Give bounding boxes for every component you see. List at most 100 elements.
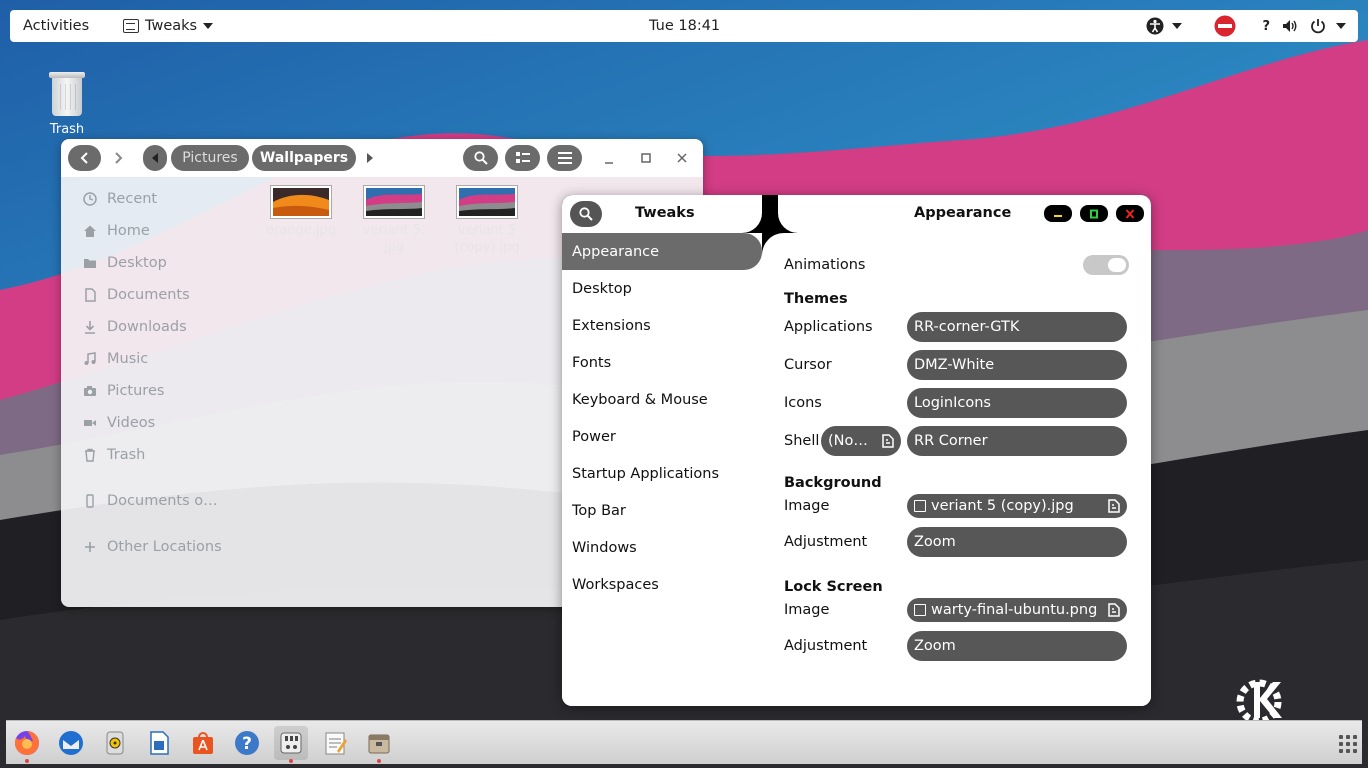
dock-firefox[interactable] [10, 726, 44, 763]
dock-text-editor[interactable] [318, 726, 352, 760]
app-menu-label: Tweaks [145, 18, 198, 34]
search-button[interactable] [570, 201, 602, 227]
tweaks-sidebar: Appearance Desktop Extensions Fonts Keyb… [562, 233, 762, 603]
nav-startup-applications[interactable]: Startup Applications [562, 455, 762, 492]
chevron-right-icon [115, 152, 123, 164]
dock-help[interactable]: ? [230, 726, 264, 760]
image-thumbnail [366, 188, 422, 216]
bg-image-row: Image veriant 5 (copy).jpg [784, 494, 1130, 518]
nav-windows[interactable]: Windows [562, 529, 762, 566]
top-bar: Activities Tweaks Tue 18:41 ? [10, 10, 1358, 42]
cursor-theme-select[interactable]: DMZ-White [907, 350, 1127, 380]
sidebar-item-trash[interactable]: Trash [61, 439, 266, 471]
home-icon [84, 225, 96, 237]
sidebar-item-documents[interactable]: Documents [61, 279, 266, 311]
forward-button[interactable] [113, 151, 123, 169]
path-wallpapers[interactable]: Wallpapers [252, 145, 356, 171]
sidebar-item-label: Desktop [107, 255, 167, 271]
bg-adjustment-row: Adjustment Zoom [784, 527, 1130, 557]
maximize-icon [1090, 209, 1098, 218]
nav-extensions[interactable]: Extensions [562, 307, 762, 344]
lock-image-label: Image [784, 602, 830, 618]
help-icon[interactable]: ? [1262, 19, 1270, 34]
page-title: Appearance [914, 205, 1012, 221]
sidebar-item-pictures[interactable]: Pictures [61, 375, 266, 407]
menu-button[interactable] [547, 145, 582, 171]
file-label: orange.jpg [265, 223, 336, 238]
nav-power[interactable]: Power [562, 418, 762, 455]
shell-theme-select[interactable]: RR Corner [907, 426, 1127, 456]
volume-icon[interactable] [1282, 18, 1298, 34]
activities-button[interactable]: Activities [23, 18, 89, 34]
maximize-button[interactable] [1080, 205, 1108, 222]
bg-adjustment-label: Adjustment [784, 534, 868, 550]
sidebar-item-phone-documents[interactable]: Documents o… [61, 485, 266, 517]
sidebar-item-recent[interactable]: Recent [61, 183, 266, 215]
sidebar-item-other-locations[interactable]: Other Locations [61, 531, 266, 563]
dock-rhythmbox[interactable] [98, 726, 132, 760]
show-applications-icon[interactable] [1339, 735, 1357, 753]
desktop-trash[interactable]: Trash [44, 72, 90, 137]
path-right-button[interactable] [366, 152, 374, 168]
minimize-button[interactable] [1044, 205, 1072, 222]
path-pictures[interactable]: Pictures [171, 145, 249, 171]
search-button[interactable] [463, 145, 498, 171]
close-button[interactable] [676, 151, 688, 169]
nav-workspaces[interactable]: Workspaces [562, 566, 762, 603]
applications-theme-select[interactable]: RR-corner-GTK [907, 312, 1127, 342]
app-menu[interactable]: Tweaks [123, 18, 214, 34]
clock[interactable]: Tue 18:41 [649, 18, 720, 34]
close-button[interactable] [1116, 205, 1144, 222]
minimize-button[interactable] [603, 151, 615, 165]
chevron-down-icon [203, 23, 214, 29]
bg-adjustment-select[interactable]: Zoom [907, 527, 1127, 557]
file-thumbnail-veriant5-copy[interactable] [456, 185, 518, 219]
nav-fonts[interactable]: Fonts [562, 344, 762, 381]
sidebar-item-label: Music [107, 351, 149, 367]
icons-theme-select[interactable]: LoginIcons [907, 388, 1127, 418]
sidebar-item-videos[interactable]: Videos [61, 407, 266, 439]
system-menu-chevron-icon[interactable] [1336, 23, 1346, 29]
nav-keyboard-mouse[interactable]: Keyboard & Mouse [562, 381, 762, 418]
nav-appearance[interactable]: Appearance [562, 233, 762, 270]
nav-top-bar[interactable]: Top Bar [562, 492, 762, 529]
file-thumbnail-orange[interactable] [270, 185, 332, 219]
rhythmbox-icon [106, 731, 124, 755]
sidebar-item-desktop[interactable]: Desktop [61, 247, 266, 279]
accessibility-menu-chevron-icon[interactable] [1172, 23, 1183, 29]
sidebar-item-music[interactable]: Music [61, 343, 266, 375]
svg-text:?: ? [242, 734, 252, 754]
music-icon [84, 352, 96, 365]
dock-writer[interactable] [142, 726, 176, 760]
folder-icon [84, 259, 96, 268]
view-options-button[interactable] [505, 145, 540, 171]
maximize-button[interactable] [640, 151, 652, 169]
lock-image-file-button[interactable]: warty-final-ubuntu.png [907, 598, 1127, 622]
file-label: veriant 5. jpg [362, 223, 426, 255]
accessibility-icon[interactable] [1146, 17, 1164, 35]
dock-tweaks[interactable] [274, 726, 308, 763]
sidebar-item-label: Trash [107, 447, 146, 463]
power-icon[interactable] [1310, 18, 1326, 34]
files-headerbar: Pictures Wallpapers [61, 139, 703, 177]
bg-image-file-button[interactable]: veriant 5 (copy).jpg [907, 494, 1127, 518]
dock-archive-manager[interactable] [362, 726, 396, 763]
back-button[interactable] [68, 145, 101, 171]
document-icon [85, 288, 96, 302]
nav-desktop[interactable]: Desktop [562, 270, 762, 307]
search-icon [473, 151, 488, 165]
tweaks-icon [280, 732, 302, 754]
path-left-button[interactable] [143, 145, 167, 171]
do-not-disturb-icon[interactable] [1214, 15, 1236, 37]
dock-software[interactable] [186, 726, 220, 760]
dock-thunderbird[interactable] [54, 726, 88, 760]
file-thumbnail-veriant5[interactable] [363, 185, 425, 219]
lock-adjustment-select[interactable]: Zoom [907, 631, 1127, 661]
sidebar-item-home[interactable]: Home [61, 215, 266, 247]
sidebar-item-downloads[interactable]: Downloads [61, 311, 266, 343]
tweaks-window: Tweaks Appearance Appearance Desktop Ext… [562, 195, 1151, 706]
animations-switch[interactable] [1083, 255, 1129, 275]
plus-icon [85, 542, 95, 552]
image-thumbnail [273, 188, 329, 216]
shell-file-button[interactable]: (No… [821, 426, 901, 456]
